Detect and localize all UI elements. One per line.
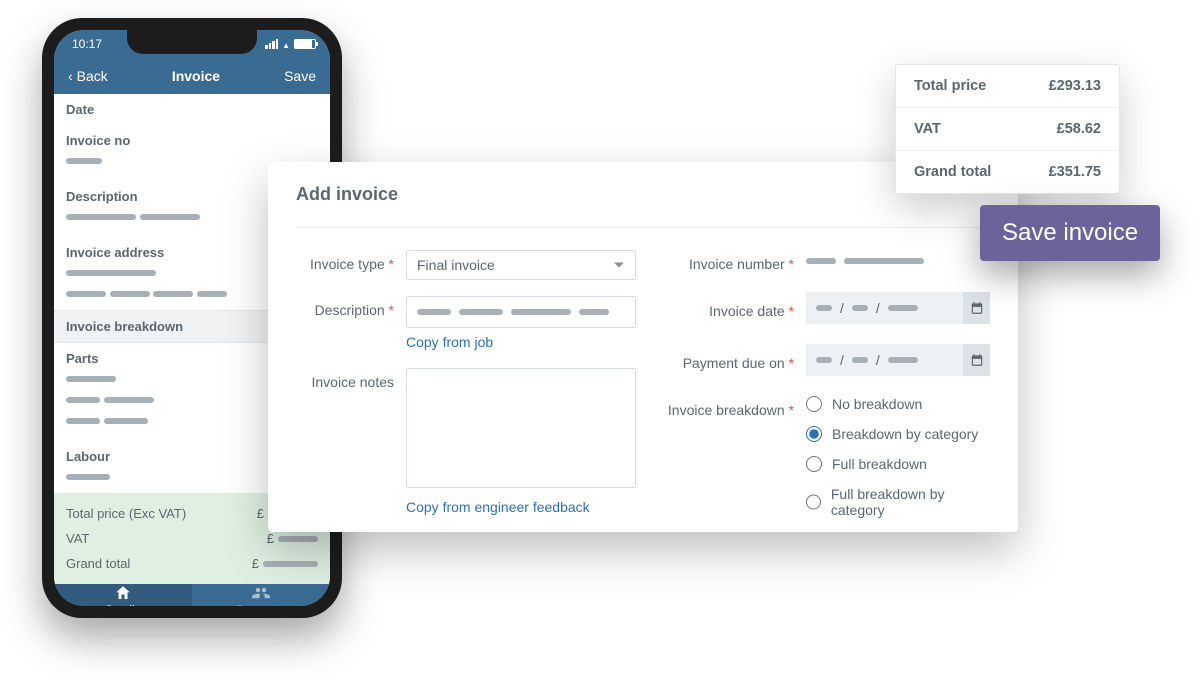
vat-value: £58.62 — [1057, 121, 1101, 137]
tab-details[interactable]: Details — [54, 584, 192, 606]
copy-from-job-link[interactable]: Copy from job — [406, 334, 493, 350]
add-invoice-card: Add invoice Invoice type * Final invoice… — [268, 162, 1018, 532]
signal-icon — [265, 39, 278, 49]
save-invoice-button[interactable]: Save invoice — [980, 205, 1160, 261]
back-button[interactable]: ‹ Back — [68, 68, 108, 84]
calendar-icon[interactable] — [963, 292, 990, 324]
calendar-icon[interactable] — [963, 344, 990, 376]
breakdown-full-by-category[interactable]: Full breakdown by category — [806, 486, 990, 518]
home-icon — [114, 584, 132, 602]
card-title: Add invoice — [296, 184, 990, 205]
phone-title: Invoice — [172, 68, 220, 84]
battery-icon — [294, 39, 316, 49]
tab-payments[interactable]: Payments — [192, 584, 330, 606]
grand-total-value: £351.75 — [1049, 164, 1101, 180]
copy-from-feedback-link[interactable]: Copy from engineer feedback — [406, 499, 590, 515]
breakdown-full[interactable]: Full breakdown — [806, 456, 990, 472]
label-date: Date — [54, 94, 330, 121]
invoice-type-select[interactable]: Final invoice — [406, 250, 636, 280]
breakdown-none[interactable]: No breakdown — [806, 396, 990, 412]
status-time: 10:17 — [72, 37, 102, 51]
breakdown-radios: No breakdown Breakdown by category Full … — [806, 396, 990, 532]
total-price-value: £293.13 — [1049, 78, 1101, 94]
people-icon — [252, 584, 270, 602]
wifi-icon — [282, 37, 290, 51]
invoice-date-input[interactable]: // — [806, 292, 990, 324]
breakdown-by-category[interactable]: Breakdown by category — [806, 426, 990, 442]
phone-tabs: Details Payments — [54, 584, 330, 606]
label-invoice-no: Invoice no — [54, 125, 330, 152]
phone-header: ‹ Back Invoice Save — [54, 58, 330, 94]
totals-card: Total price£293.13 VAT£58.62 Grand total… — [895, 64, 1120, 194]
description-input[interactable] — [406, 296, 636, 328]
phone-notch — [127, 30, 257, 54]
invoice-notes-textarea[interactable] — [406, 368, 636, 488]
chevron-left-icon: ‹ — [68, 68, 73, 84]
phone-save-button[interactable]: Save — [284, 68, 316, 84]
payment-due-input[interactable]: // — [806, 344, 990, 376]
